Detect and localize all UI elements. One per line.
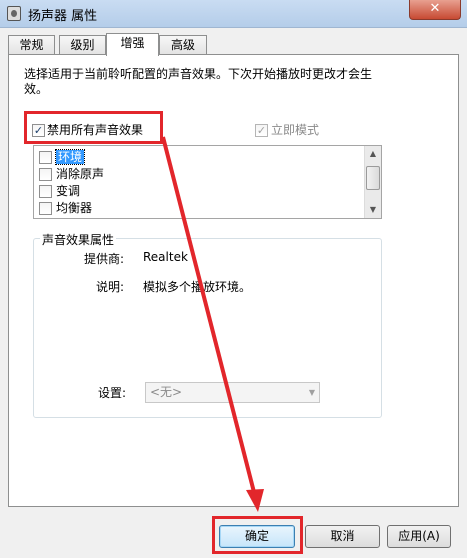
- provider-value: Realtek: [143, 250, 188, 264]
- settings-value: <无>: [150, 385, 183, 399]
- title-bar: 扬声器 属性 ✕: [0, 0, 467, 28]
- provider-label: 提供商:: [83, 252, 124, 266]
- tab-advanced[interactable]: 高级: [159, 35, 207, 55]
- tab-levels[interactable]: 级别: [59, 35, 106, 55]
- tab-enhancements[interactable]: 增强: [106, 33, 159, 56]
- effect-checkbox[interactable]: [39, 151, 52, 164]
- effect-checkbox[interactable]: [39, 185, 52, 198]
- effect-label: 消除原声: [56, 167, 105, 181]
- list-item[interactable]: 变调: [39, 183, 80, 200]
- scroll-up-icon[interactable]: ▲: [365, 146, 381, 162]
- apply-button[interactable]: 应用(A): [387, 525, 451, 548]
- effect-label: 均衡器: [56, 201, 93, 215]
- close-button[interactable]: ✕: [409, 0, 461, 20]
- annotation-box-ok: [212, 516, 303, 554]
- effect-checkbox[interactable]: [39, 168, 52, 181]
- effect-description-label: 说明:: [95, 280, 124, 294]
- effects-list[interactable]: 环境 消除原声 变调 均衡器 ▲ ▼: [33, 145, 382, 219]
- effect-label: 变调: [56, 184, 81, 198]
- list-item[interactable]: 环境: [39, 149, 86, 166]
- window-title: 扬声器 属性: [28, 9, 98, 24]
- settings-label: 设置:: [97, 386, 126, 400]
- effect-description-value: 模拟多个播放环境。: [143, 280, 252, 294]
- immediate-mode-checkbox: 立即模式: [255, 121, 319, 138]
- scroll-down-icon[interactable]: ▼: [365, 202, 381, 218]
- effect-label: 环境: [54, 149, 86, 165]
- group-title: 声音效果属性: [40, 231, 117, 248]
- scroll-thumb[interactable]: [366, 166, 380, 190]
- speaker-icon: [7, 6, 21, 21]
- settings-dropdown[interactable]: <无> ▼: [145, 382, 320, 403]
- immediate-mode-label: 立即模式: [271, 123, 320, 137]
- checkbox-checked-disabled: [255, 124, 268, 137]
- tab-general[interactable]: 常规: [8, 35, 55, 55]
- annotation-box-disable: [24, 111, 163, 144]
- effect-checkbox[interactable]: [39, 202, 52, 215]
- list-item[interactable]: 均衡器: [39, 200, 92, 217]
- chevron-down-icon: ▼: [308, 388, 315, 397]
- list-scrollbar[interactable]: ▲ ▼: [364, 146, 381, 218]
- list-item[interactable]: 消除原声: [39, 166, 104, 183]
- enhancement-description: 选择适用于当前聆听配置的声音效果。下次开始播放时更改才会生效。: [24, 67, 373, 96]
- cancel-button[interactable]: 取消: [305, 525, 380, 548]
